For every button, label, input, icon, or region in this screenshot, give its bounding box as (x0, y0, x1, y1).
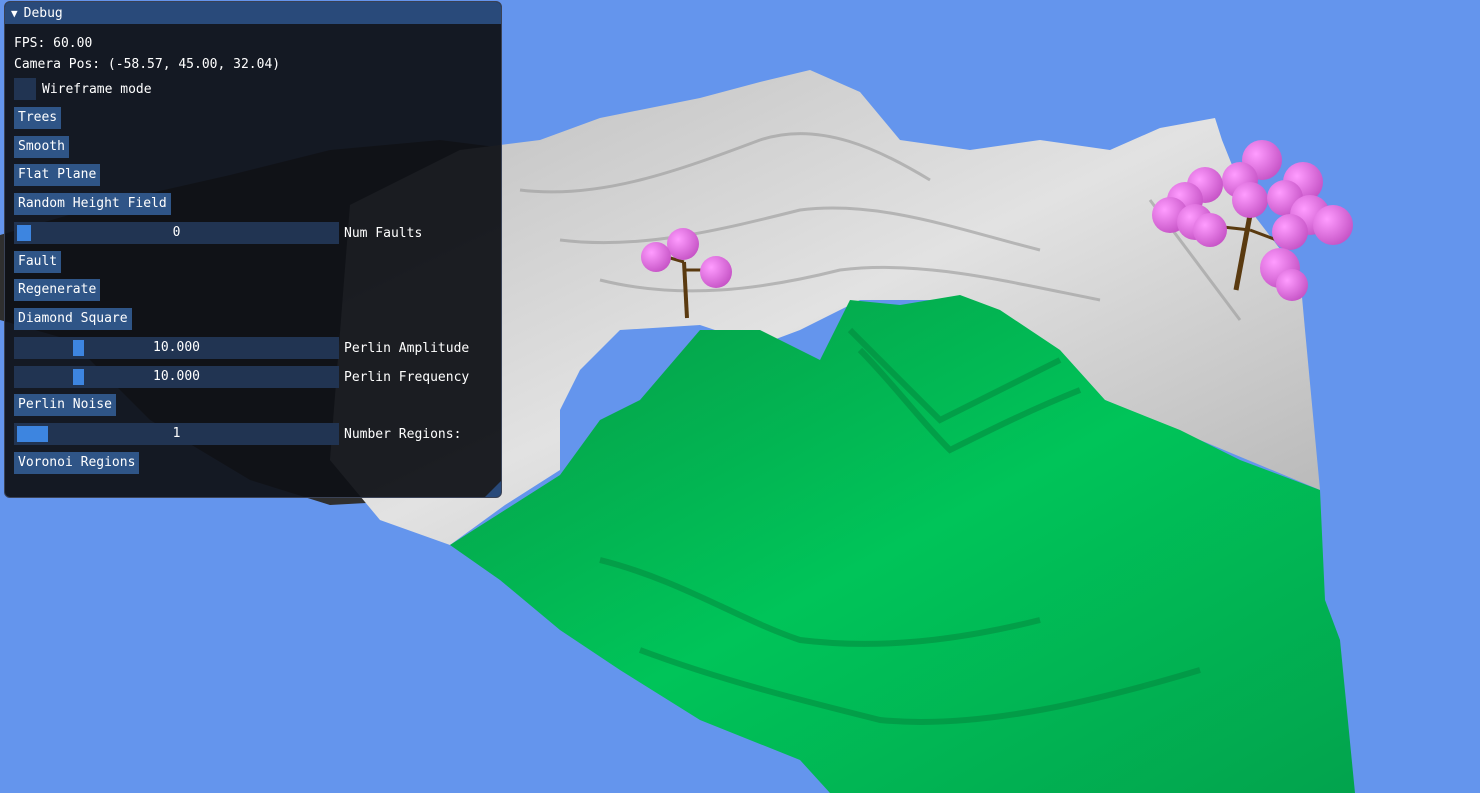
wireframe-row: Wireframe mode (14, 78, 152, 100)
fps-readout: FPS: 60.00 (14, 35, 93, 51)
diamond-square-button[interactable]: Diamond Square (14, 308, 132, 330)
wireframe-label: Wireframe mode (42, 81, 152, 97)
trees-button[interactable]: Trees (14, 107, 62, 129)
perlin-amplitude-slider[interactable]: 10.000 (14, 337, 339, 359)
perlin-frequency-label: Perlin Frequency (344, 369, 470, 385)
random-height-field-button[interactable]: Random Height Field (14, 193, 171, 215)
trees-row: Trees (14, 107, 62, 129)
perlin-frequency-row: 10.000 Perlin Frequency (14, 366, 469, 388)
perlin-noise-button[interactable]: Perlin Noise (14, 394, 116, 416)
num-faults-row: 0 Num Faults (14, 222, 422, 244)
resize-grip-icon[interactable] (485, 481, 501, 497)
random-height-field-row: Random Height Field (14, 193, 171, 215)
diamond-square-row: Diamond Square (14, 308, 132, 330)
debug-title: Debug (23, 5, 63, 21)
flat-plane-row: Flat Plane (14, 164, 101, 186)
debug-window[interactable]: ▼ Debug FPS: 60.00 Camera Pos: (-58.57, … (4, 1, 502, 498)
regenerate-button[interactable]: Regenerate (14, 279, 101, 301)
num-faults-slider[interactable]: 0 (14, 222, 339, 244)
smooth-row: Smooth (14, 136, 69, 158)
smooth-button[interactable]: Smooth (14, 136, 69, 158)
regenerate-row: Regenerate (14, 279, 101, 301)
num-faults-label: Num Faults (344, 225, 423, 241)
collapse-arrow-icon[interactable]: ▼ (11, 7, 18, 20)
perlin-amplitude-value: 10.000 (153, 340, 200, 355)
fault-row: Fault (14, 251, 62, 273)
fault-button[interactable]: Fault (14, 251, 62, 273)
flat-plane-button[interactable]: Flat Plane (14, 164, 101, 186)
camera-position-readout: Camera Pos: (-58.57, 45.00, 32.04) (14, 56, 281, 72)
number-regions-row: 1 Number Regions: (14, 423, 461, 445)
perlin-noise-row: Perlin Noise (14, 394, 116, 416)
number-regions-label: Number Regions: (344, 426, 462, 442)
perlin-amplitude-label: Perlin Amplitude (344, 340, 470, 356)
number-regions-value: 1 (172, 426, 181, 441)
perlin-frequency-value: 10.000 (153, 369, 200, 384)
voronoi-regions-button[interactable]: Voronoi Regions (14, 452, 140, 474)
voronoi-regions-row: Voronoi Regions (14, 452, 140, 474)
perlin-frequency-slider[interactable]: 10.000 (14, 366, 339, 388)
perlin-amplitude-row: 10.000 Perlin Amplitude (14, 337, 469, 359)
wireframe-checkbox[interactable] (14, 78, 36, 100)
num-faults-value: 0 (172, 225, 181, 240)
number-regions-slider[interactable]: 1 (14, 423, 339, 445)
debug-title-bar[interactable]: ▼ Debug (5, 2, 501, 24)
